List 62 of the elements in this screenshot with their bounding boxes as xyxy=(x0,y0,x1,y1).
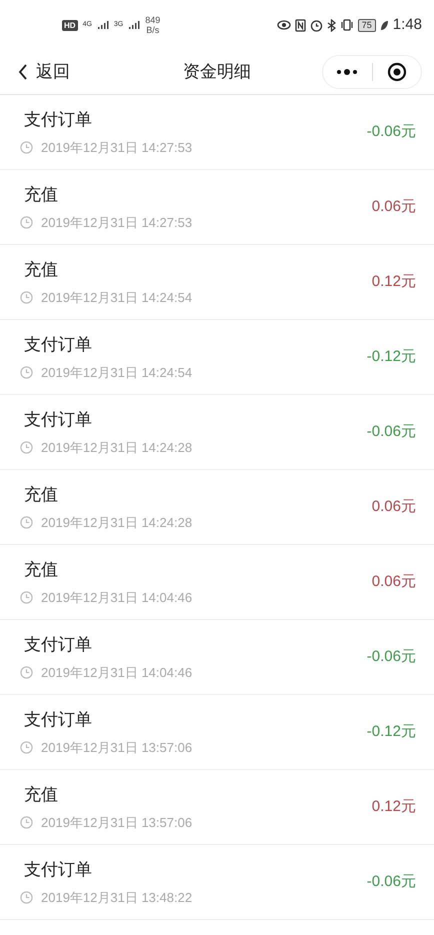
back-button[interactable]: 返回 xyxy=(18,59,70,85)
record-amount: 0.12元 xyxy=(372,796,416,817)
clock-icon xyxy=(20,516,33,530)
clock-icon xyxy=(20,816,33,830)
record-time: 2019年12月31日 14:24:54 xyxy=(41,364,192,382)
eye-icon xyxy=(276,19,291,31)
clock-time: 1:48 xyxy=(392,14,422,35)
signal-icon xyxy=(128,20,140,30)
record-time: 2019年12月31日 14:24:28 xyxy=(41,514,192,532)
record-title: 支付订单 xyxy=(24,408,93,430)
clock-icon xyxy=(20,216,33,230)
record-title: 充值 xyxy=(24,258,59,280)
record-amount: 0.12元 xyxy=(372,272,416,292)
record-time: 2019年12月31日 14:24:54 xyxy=(41,289,192,307)
leaf-icon xyxy=(380,20,389,30)
record-title: 支付订单 xyxy=(24,334,93,356)
page-title: 资金明细 xyxy=(183,61,251,84)
clock-icon xyxy=(20,666,33,680)
record-time: 2019年12月31日 14:27:53 xyxy=(41,214,192,232)
record-time: 2019年12月31日 14:04:46 xyxy=(41,664,192,682)
chevron-left-icon xyxy=(18,64,28,80)
battery-level: 75 xyxy=(358,18,376,32)
bluetooth-icon xyxy=(326,18,336,32)
target-icon xyxy=(386,62,407,82)
clock-icon xyxy=(20,591,33,604)
record-amount: -0.06元 xyxy=(366,646,416,667)
hd-badge: HD xyxy=(62,20,78,30)
record-title: 充值 xyxy=(24,784,59,806)
clock-icon xyxy=(20,291,33,304)
record-title: 支付订单 xyxy=(24,108,93,130)
record-title: 充值 xyxy=(24,558,59,580)
record-amount: -0.12元 xyxy=(366,722,416,742)
record-amount: 0.06元 xyxy=(372,496,416,517)
record-title: 充值 xyxy=(24,184,59,206)
record-amount: 0.06元 xyxy=(372,196,416,217)
clock-icon xyxy=(20,891,33,904)
record-time: 2019年12月31日 14:27:53 xyxy=(41,139,192,157)
more-icon xyxy=(336,69,358,75)
record-amount: -0.06元 xyxy=(366,422,416,442)
record-amount: -0.06元 xyxy=(366,872,416,892)
speed-unit: B/s xyxy=(146,25,160,35)
record-amount: 0.06元 xyxy=(372,572,416,592)
record-amount: -0.06元 xyxy=(366,122,416,142)
record-title: 支付订单 xyxy=(24,634,93,656)
nfc-icon xyxy=(294,18,306,32)
clock-icon xyxy=(20,141,33,154)
record-title: 支付订单 xyxy=(24,708,93,730)
record-time: 2019年12月31日 14:24:28 xyxy=(41,439,192,457)
signal-icon xyxy=(96,20,109,30)
alarm-icon xyxy=(310,18,323,32)
record-time: 2019年12月31日 13:57:06 xyxy=(41,814,192,832)
record-title: 充值 xyxy=(24,484,59,506)
vibrate-icon xyxy=(340,19,354,31)
clock-icon xyxy=(20,741,33,754)
record-amount: -0.12元 xyxy=(366,346,416,367)
record-title: 支付订单 xyxy=(24,858,93,880)
record-time: 2019年12月31日 13:57:06 xyxy=(41,739,192,757)
clock-icon xyxy=(20,441,33,454)
clock-icon xyxy=(20,366,33,380)
record-time: 2019年12月31日 14:04:46 xyxy=(41,589,192,607)
record-time: 2019年12月31日 13:48:22 xyxy=(41,889,192,907)
speed-value: 849 xyxy=(145,15,160,25)
